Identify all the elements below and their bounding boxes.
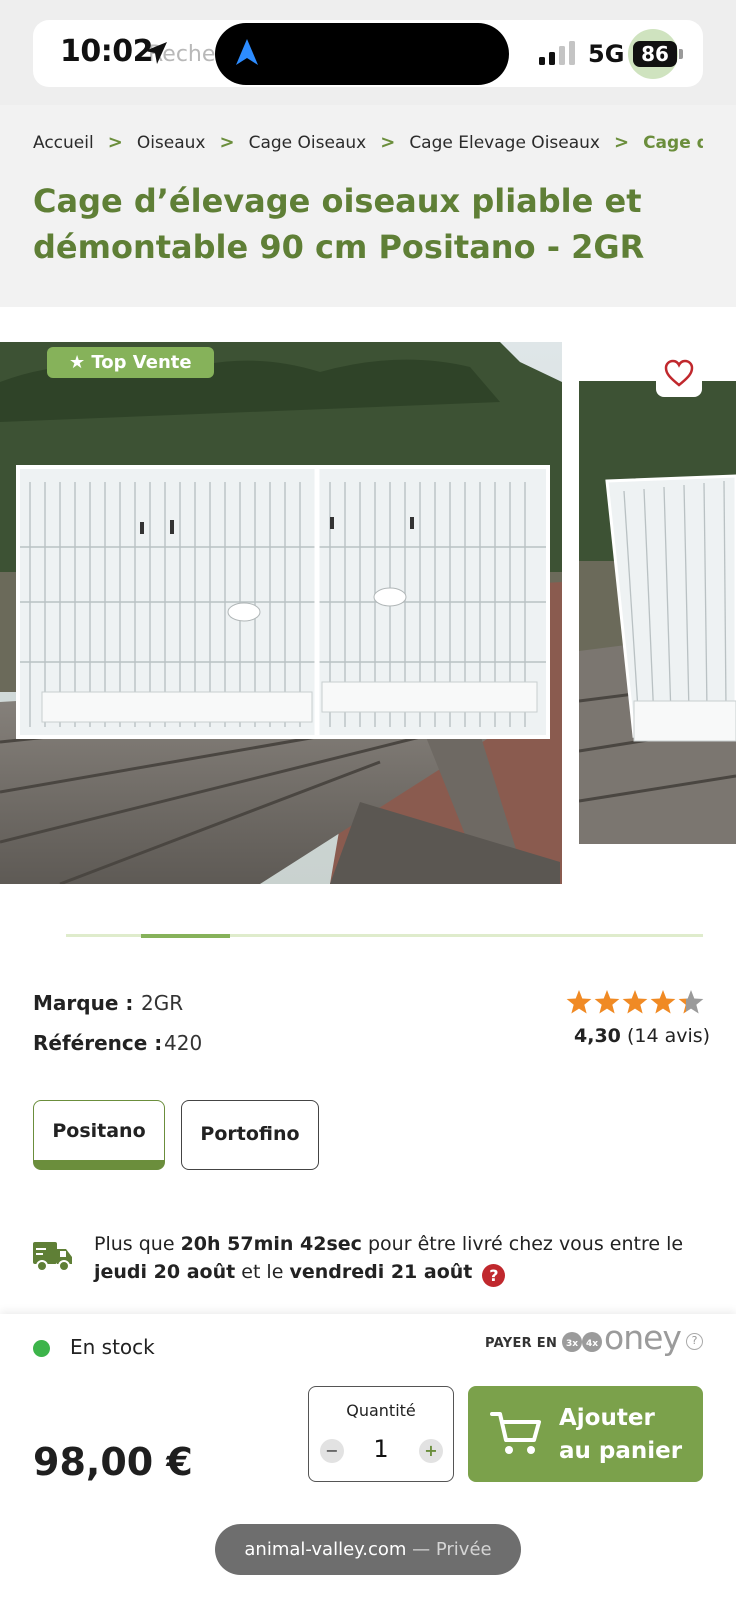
reference-label: Référence : [33,1031,163,1055]
breadcrumb-cage-elevage[interactable]: Cage Elevage Oiseaux [409,133,600,153]
breadcrumb: Accueil > Oiseaux > Cage Oiseaux > Cage Elevag… [33,132,703,160]
variant-positano[interactable]: Positano [33,1100,165,1170]
breadcrumb-oiseaux[interactable]: Oiseaux [137,133,206,153]
product-image-next[interactable] [579,381,736,844]
chevron-right-icon: > [613,132,630,153]
cage-photo-side [579,381,736,844]
delivery-countdown: 20h 57min 42sec [180,1233,362,1255]
oney-installment-icon: 3x 4x [562,1332,602,1352]
battery-tip [679,49,683,59]
status-time: 10:02 [60,34,154,69]
breadcrumb-accueil[interactable]: Accueil [33,133,94,153]
brand-value[interactable]: 2GR [141,991,183,1015]
chevron-right-icon: > [107,132,123,153]
svg-text:3x: 3x [566,1339,578,1349]
delivery-date-to: vendredi 21 août [289,1261,473,1283]
product-image-main[interactable] [0,342,562,884]
quantity-increase-button[interactable]: + [419,1439,443,1463]
reference-value: 420 [164,1031,203,1055]
quantity-stepper: Quantité − 1 + [308,1386,454,1482]
add-to-cart-label: Ajouter au panier [559,1402,699,1468]
svg-text:4x: 4x [586,1339,598,1349]
delivery-joiner: et le [241,1261,284,1283]
add-to-cart-line2: au panier [559,1438,683,1464]
star-icon [594,990,620,1014]
delivery-truck-icon [33,1242,72,1272]
add-to-cart-button[interactable]: Ajouter au panier [468,1386,703,1482]
quantity-decrease-button[interactable]: − [320,1439,344,1463]
oney-help-icon[interactable]: ? [686,1333,703,1350]
cart-icon [490,1412,541,1454]
location-arrow-icon [145,42,167,64]
stock-status: En stock [70,1335,155,1359]
rating-stars[interactable] [566,988,704,1016]
gallery-scrollbar-thumb[interactable] [141,934,230,938]
delivery-middle: pour être livré chez vous entre le [367,1233,684,1255]
heart-icon [664,359,694,387]
star-icon [650,990,676,1014]
network-type: 5G [588,40,625,68]
brand-label: Marque : [33,991,134,1015]
delivery-prefix: Plus que [94,1233,175,1255]
battery-icon: 86 [633,41,677,67]
chevron-right-icon: > [380,132,396,153]
delivery-date-from: jeudi 20 août [94,1261,236,1283]
variant-portofino[interactable]: Portofino [181,1100,319,1170]
star-icon [622,990,648,1014]
payment-label: PAYER EN [485,1336,558,1351]
rating-summary[interactable]: 4,30 (14 avis) [574,1025,710,1047]
top-vente-badge: ★ Top Vente [47,347,214,378]
chevron-right-icon: > [219,132,235,153]
browser-address-bar[interactable]: animal-valley.com — Privée [215,1524,521,1575]
add-to-cart-line1: Ajouter [559,1405,655,1431]
breadcrumb-current: Cage d’élevag [643,132,703,153]
navigation-arrow-icon [236,39,258,65]
oney-logo[interactable]: oney [604,1318,682,1357]
stock-status-dot [33,1340,50,1357]
star-icon [678,990,704,1014]
wishlist-button[interactable] [656,349,702,397]
rating-count: (14 avis) [626,1025,711,1047]
quantity-input[interactable]: 1 [349,1435,413,1463]
browser-private-mode: — Privée [412,1539,492,1560]
star-icon [566,990,592,1014]
signal-icon [539,41,575,65]
breadcrumb-cage-oiseaux[interactable]: Cage Oiseaux [249,133,367,153]
delivery-estimate: Plus que 20h 57min 42sec pour être livré… [94,1230,694,1287]
quantity-label: Quantité [346,1401,416,1420]
browser-domain: animal-valley.com [244,1539,407,1560]
product-price: 98,00 € [33,1440,193,1484]
rating-value: 4,30 [574,1025,621,1047]
help-icon[interactable]: ? [482,1264,506,1287]
cage-photo [0,342,562,884]
page-title: Cage d’élevage oiseaux pliable et démont… [33,182,645,266]
